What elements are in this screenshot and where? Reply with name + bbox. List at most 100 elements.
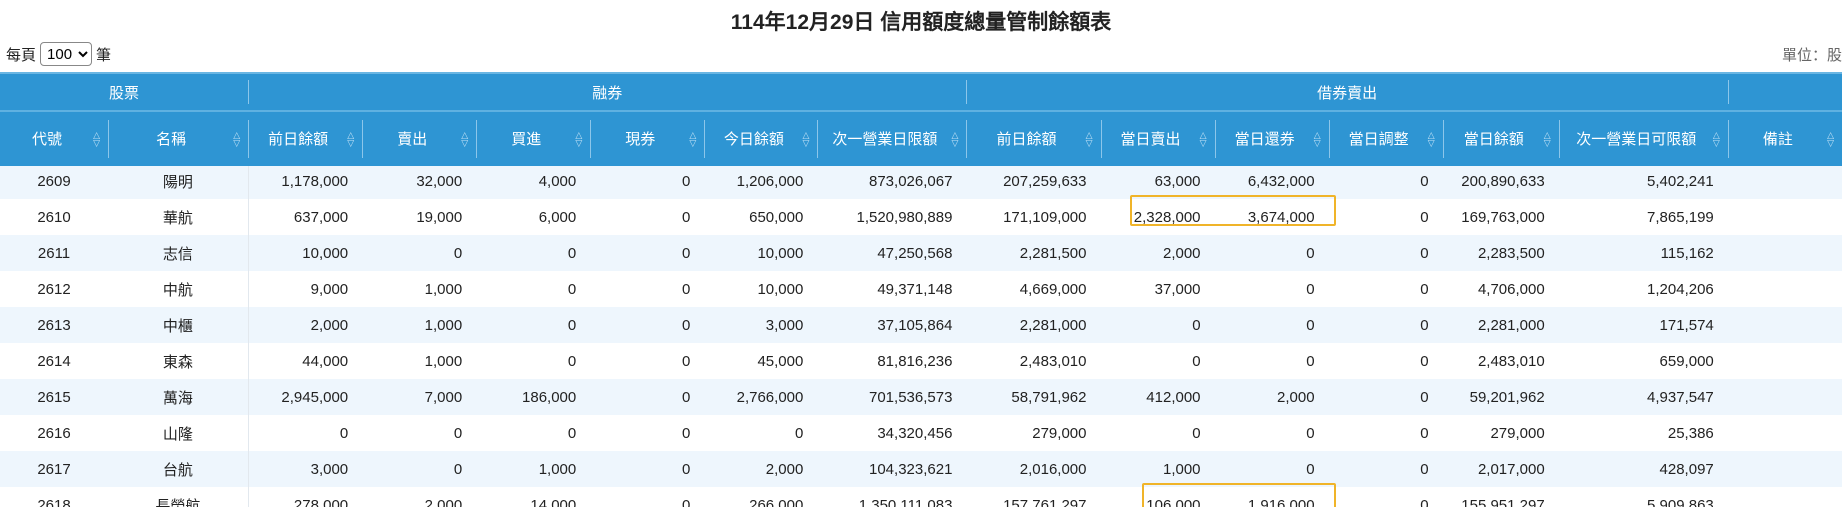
page-title: 114年12月29日 信用額度總量管制餘額表 <box>730 11 1112 34</box>
column-header-label: 備註 <box>1762 130 1793 148</box>
sort-icon[interactable]: △ ▽ <box>575 131 582 148</box>
cell-2: 3,000 <box>247 451 363 487</box>
cell-4: 4,000 <box>476 163 591 199</box>
group-header-sbl-sale: 借券賣出 <box>966 72 1728 111</box>
sort-icon[interactable]: △ ▽ <box>93 131 100 148</box>
cell-5: 0 <box>681 424 691 442</box>
cell-0: 2613 <box>0 307 109 343</box>
cell-11: 0 <box>1328 379 1443 415</box>
sort-icon[interactable]: △ ▽ <box>952 131 959 148</box>
cell-5: 0 <box>681 280 691 298</box>
sort-icon[interactable]: △ ▽ <box>1428 131 1435 148</box>
column-header-11[interactable]: 當日調整 △ ▽ <box>1328 110 1443 166</box>
cell-14 <box>1728 487 1842 507</box>
table-row[interactable]: 2609 陽明 1,178,000 32,000 4,000 0 1,206,000 873,… <box>0 163 1842 199</box>
sort-icon[interactable]: △ ▽ <box>461 131 468 148</box>
column-header-3[interactable]: 賣出 △ ▽ <box>362 110 477 166</box>
sort-icon[interactable]: △ ▽ <box>1086 131 1093 148</box>
cell-12: 2,483,010 <box>1477 352 1545 370</box>
table-row[interactable]: 2616 山隆 0 0 0 0 0 34,320,456 279,000 0 0 0 279,000 25… <box>0 415 1842 451</box>
cell-2: 0 <box>247 415 363 451</box>
cell-2: 9,000 <box>247 271 363 307</box>
data-table-header: 股票 融券 借券賣出 代號 △ ▽ 名稱 △ ▽ 前日餘額 △ ▽ 賣出 △ ▽ 買進 △ ▽ 現券 △ ▽ 今日餘… <box>0 72 1842 166</box>
cell-0: 2609 <box>0 163 109 199</box>
cell-11: 0 <box>1420 424 1429 442</box>
sort-icon[interactable]: △ ▽ <box>347 131 354 148</box>
sort-icon[interactable]: △ ▽ <box>1314 131 1321 148</box>
cell-5: 0 <box>590 307 705 343</box>
cell-14 <box>1728 199 1842 235</box>
cell-8: 2,016,000 <box>966 451 1101 487</box>
cell-1: 台航 <box>108 451 249 487</box>
column-header-7[interactable]: 次一營業日限額 △ ▽ <box>817 110 967 166</box>
table-row[interactable]: 2613 中櫃 2,000 1,000 0 0 3,000 37,105,864 2,281,0… <box>0 307 1842 343</box>
column-header-13[interactable]: 次一營業日可限額 △ ▽ <box>1558 110 1728 166</box>
sort-icon[interactable]: △ ▽ <box>802 131 809 148</box>
table-row[interactable]: 2611 志信 10,000 0 0 0 10,000 47,250,568 2,281,500… <box>0 235 1842 271</box>
cell-4: 14,000 <box>530 496 577 507</box>
cell-13: 1,204,206 <box>1647 280 1714 298</box>
cell-13: 659,000 <box>1659 352 1714 370</box>
cell-6: 1,206,000 <box>704 163 818 199</box>
cell-2: 2,945,000 <box>247 379 363 415</box>
table-row[interactable]: 2615 萬海 2,945,000 7,000 186,000 0 2,766,000 701… <box>0 379 1842 415</box>
cell-0: 2614 <box>37 352 71 370</box>
cell-12: 155,951,297 <box>1461 496 1545 507</box>
column-header-label: 次一營業日可限額 <box>1576 130 1697 148</box>
cell-1: 長榮航 <box>155 497 201 507</box>
cell-11: 0 <box>1328 163 1443 199</box>
column-header-5[interactable]: 現券 △ ▽ <box>590 110 705 166</box>
column-header-label: 當日還券 <box>1234 130 1295 148</box>
column-header-1[interactable]: 名稱 △ ▽ <box>108 110 249 166</box>
cell-1: 華航 <box>162 209 193 227</box>
table-container[interactable]: 2609 陽明 1,178,000 32,000 4,000 0 1,206,000 873,… <box>0 72 1842 507</box>
cell-4: 0 <box>567 424 577 442</box>
cell-7: 49,371,148 <box>877 280 953 298</box>
cell-5: 0 <box>590 163 705 199</box>
sort-icon[interactable]: △ ▽ <box>1713 131 1720 148</box>
cell-11: 0 <box>1328 235 1443 271</box>
cell-0: 2618 <box>37 496 71 507</box>
column-header-12[interactable]: 當日餘額 △ ▽ <box>1442 110 1559 166</box>
cell-11: 0 <box>1420 280 1429 298</box>
sort-icon[interactable]: △ ▽ <box>1200 131 1207 148</box>
sort-icon[interactable]: △ ▽ <box>233 131 240 148</box>
cell-6: 2,766,000 <box>704 379 818 415</box>
cell-13: 5,909,863 <box>1647 496 1714 507</box>
column-header-8[interactable]: 前日餘額 △ ▽ <box>966 110 1101 166</box>
cell-4: 1,000 <box>476 451 591 487</box>
table-row[interactable]: 2618 長榮航 278,000 2,000 14,000 0 266,000 1,350,1… <box>0 487 1842 507</box>
column-header-4[interactable]: 買進 △ ▽ <box>476 110 591 166</box>
cell-5: 0 <box>590 451 705 487</box>
table-row[interactable]: 2610 華航 637,000 19,000 6,000 0 650,000 1,520,98… <box>0 199 1842 235</box>
cell-12: 2,017,000 <box>1442 451 1559 487</box>
column-header-2[interactable]: 前日餘額 △ ▽ <box>248 110 363 166</box>
cell-5: 0 <box>681 208 691 226</box>
column-header-6[interactable]: 今日餘額 △ ▽ <box>704 110 818 166</box>
cell-7: 104,323,621 <box>817 451 967 487</box>
cell-8: 4,669,000 <box>1019 280 1087 298</box>
table-row[interactable]: 2614 東森 44,000 1,000 0 0 45,000 81,816,236 2,483… <box>0 343 1842 379</box>
cell-6: 650,000 <box>749 208 804 226</box>
cell-12: 2,283,500 <box>1442 235 1559 271</box>
sort-icon[interactable]: △ ▽ <box>1544 131 1551 148</box>
cell-4: 0 <box>567 280 577 298</box>
unit-label: 單位：股 <box>1781 47 1842 64</box>
table-row[interactable]: 2617 台航 3,000 0 1,000 0 2,000 104,323,621 2,016,… <box>0 451 1842 487</box>
sort-icon[interactable]: △ ▽ <box>689 131 696 148</box>
cell-11: 0 <box>1420 352 1429 370</box>
highlight-box <box>1130 195 1336 226</box>
sort-icon[interactable]: △ ▽ <box>1827 131 1834 148</box>
per-page-select[interactable]: 100 <box>40 42 93 66</box>
column-header-14[interactable]: 備註 △ ▽ <box>1727 110 1842 166</box>
column-header-9[interactable]: 當日賣出 △ ▽ <box>1100 110 1215 166</box>
cell-0: 2611 <box>0 235 109 271</box>
table-row[interactable]: 2612 中航 9,000 1,000 0 0 10,000 49,371,148 4,669,… <box>0 271 1842 307</box>
column-header-label: 當日餘額 <box>1463 130 1524 148</box>
cell-8: 171,109,000 <box>1003 208 1087 226</box>
cell-13: 428,097 <box>1558 451 1728 487</box>
column-header-0[interactable]: 代號 △ ▽ <box>0 110 109 166</box>
cell-8: 58,791,962 <box>966 379 1101 415</box>
column-header-10[interactable]: 當日還券 △ ▽ <box>1214 110 1329 166</box>
cell-7: 37,105,864 <box>817 307 967 343</box>
